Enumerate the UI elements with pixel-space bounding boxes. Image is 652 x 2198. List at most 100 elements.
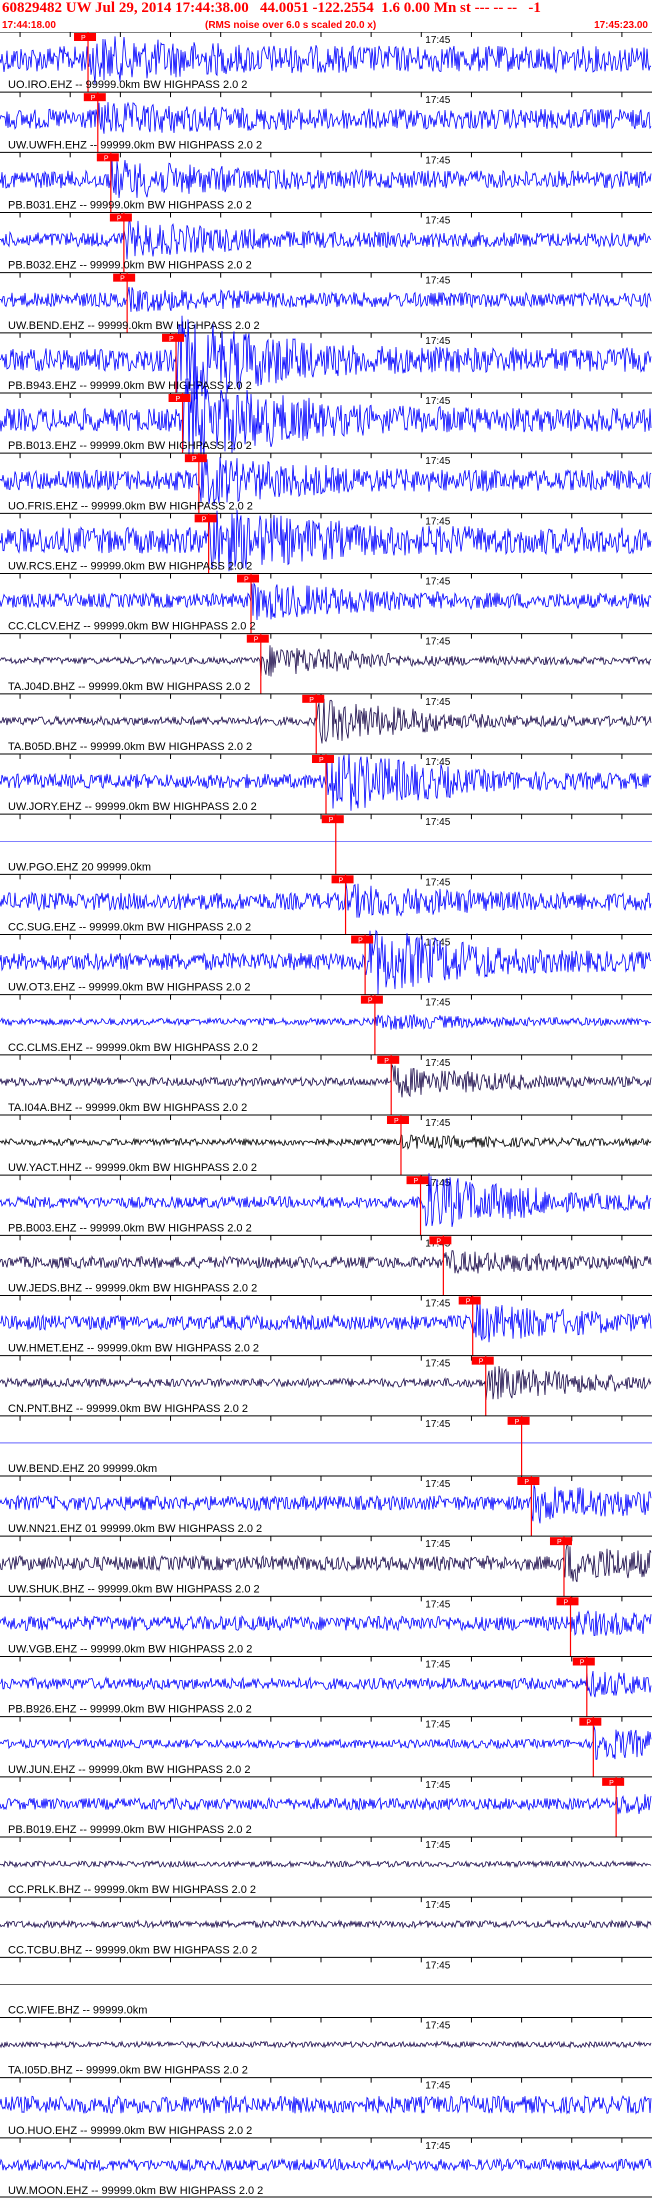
station-label: UW.SHUK.BHZ -- 99999.0km BW HIGHPASS 2.0… — [8, 1583, 260, 1595]
pick-marker-label: P — [394, 1118, 399, 1125]
pick-marker-label: P — [609, 1780, 614, 1787]
waveform-trace — [0, 1670, 652, 1698]
station-label: CC.PRLK.BHZ -- 99999.0km BW HIGHPASS 2.0… — [8, 1884, 256, 1896]
waveform-trace — [0, 1064, 652, 1098]
waveform-trace — [0, 1609, 652, 1636]
station-label: UW.MOON.EHZ -- 99999.0km BW HIGHPASS 2.0… — [8, 2185, 263, 2197]
station-label: UW.HMET.EHZ -- 99999.0km BW HIGHPASS 2.0… — [8, 1343, 259, 1355]
time-tick-label: 17:45 — [425, 938, 450, 949]
time-tick-label: 17:45 — [425, 155, 450, 166]
station-label: TA.I05D.BHZ -- 99999.0km BW HIGHPASS 2.0… — [8, 2065, 248, 2077]
seismogram-chart: 17:45 P UO.IRO.EHZ -- 99999.0km BW HIGHPAS… — [0, 32, 652, 2198]
time-tick-label: 17:45 — [425, 1780, 450, 1791]
waveform-trace — [0, 698, 652, 744]
time-tick-label: 17:45 — [425, 2141, 450, 2152]
pick-marker-label: P — [309, 697, 314, 704]
waveform-trace — [0, 1365, 652, 1400]
pick-marker-label: P — [436, 1238, 441, 1245]
time-tick-label: 17:45 — [425, 1299, 450, 1310]
waveform-trace — [0, 219, 652, 260]
time-tick-label: 17:45 — [425, 1900, 450, 1911]
pick-marker-label: P — [244, 577, 249, 584]
time-tick-label: 17:45 — [425, 877, 450, 888]
pick-marker-label: P — [104, 155, 109, 162]
station-label: UW.NN21.EHZ 01 99999.0km BW HIGHPASS 2.0… — [8, 1523, 262, 1535]
station-label: PB.B032.EHZ -- 99999.0km BW HIGHPASS 2.0… — [8, 260, 252, 272]
station-label: CC.TCBU.BHZ -- 99999.0km BW HIGHPASS 2.0… — [8, 1944, 257, 1956]
waveform-trace — [0, 158, 652, 198]
pick-marker-label: P — [329, 817, 334, 824]
pick-marker-label: P — [120, 276, 125, 283]
waveform-trace — [0, 1794, 652, 1815]
time-tick-label: 17:45 — [425, 2081, 450, 2092]
station-label: CN.PNT.BHZ -- 99999.0km BW HIGHPASS 2.0 … — [8, 1403, 248, 1415]
pick-marker-label: P — [91, 95, 96, 102]
time-tick-label: 17:45 — [425, 1359, 450, 1370]
time-tick-label: 17:45 — [425, 998, 450, 1009]
pick-marker-label: P — [414, 1178, 419, 1185]
time-tick-label: 17:45 — [425, 757, 450, 768]
pick-marker-label: P — [254, 637, 259, 644]
time-tick-label: 17:45 — [425, 637, 450, 648]
scaling-note: (RMS noise over 6.0 s scaled 20.0 x) — [205, 20, 377, 31]
time-tick-label: 17:45 — [425, 216, 450, 227]
waveform-trace — [0, 883, 652, 918]
waveform-trace — [0, 645, 652, 677]
station-label: UW.BEND.EHZ -- 99999.0km BW HIGHPASS 2.0… — [8, 320, 260, 332]
pick-marker-label: P — [564, 1599, 569, 1606]
waveform-trace — [0, 1543, 652, 1583]
time-tick-label: 17:45 — [425, 35, 450, 46]
pick-marker-label: P — [192, 456, 197, 463]
station-label: UW.VGB.EHZ -- 99999.0km BW HIGHPASS 2.0 … — [8, 1644, 252, 1656]
time-tick-label: 17:45 — [425, 697, 450, 708]
time-tick-label: 17:45 — [425, 1660, 450, 1671]
station-label: UW.JUN.EHZ -- 99999.0km BW HIGHPASS 2.0 … — [8, 1764, 250, 1776]
pick-marker-label: P — [515, 1419, 520, 1426]
station-label: UW.JEDS.BHZ -- 99999.0km BW HIGHPASS 2.0… — [8, 1283, 257, 1295]
station-label: TA.I04A.BHZ -- 99999.0km BW HIGHPASS 2.0… — [8, 1102, 247, 1114]
station-label: CC.SUG.EHZ -- 99999.0km BW HIGHPASS 2.0 … — [8, 922, 251, 934]
pick-marker-label: P — [169, 336, 174, 343]
waveform-trace — [0, 286, 652, 312]
time-tick-label: 17:45 — [425, 276, 450, 287]
time-tick-label: 17:45 — [425, 1479, 450, 1490]
pick-marker-label: P — [384, 1058, 389, 1065]
station-label: CC.WIFE.BHZ -- 99999.0km — [8, 2005, 147, 2017]
pick-marker-label: P — [358, 938, 363, 945]
time-tick-label: 17:45 — [425, 456, 450, 467]
station-label: UW.OT3.EHZ -- 99999.0km BW HIGHPASS 2.0 … — [8, 982, 250, 994]
station-label: UO.FRIS.EHZ -- 99999.0km BW HIGHPASS 2.0… — [8, 500, 253, 512]
time-tick-label: 17:45 — [425, 516, 450, 527]
end-time: 17:45:23.00 — [594, 20, 648, 31]
station-label: TA.B05D.BHZ -- 99999.0km BW HIGHPASS 2.0… — [8, 741, 252, 753]
station-label: UW.RCS.EHZ -- 99999.0km BW HIGHPASS 2.0 … — [8, 561, 252, 573]
waveform-trace — [0, 1014, 652, 1030]
time-tick-label: 17:45 — [425, 1960, 450, 1971]
station-label: PB.B943.EHZ -- 99999.0km BW HIGHPASS 2.0… — [8, 380, 252, 392]
station-label: TA.J04D.BHZ -- 99999.0km BW HIGHPASS 2.0… — [8, 681, 250, 693]
waveform-trace — [0, 1173, 652, 1227]
event-title: 60829482 UW Jul 29, 2014 17:44:38.00 44.… — [2, 0, 541, 16]
waveform-trace — [0, 1485, 652, 1524]
station-label: PB.B926.EHZ -- 99999.0km BW HIGHPASS 2.0… — [8, 1704, 252, 1716]
plot-header: 60829482 UW Jul 29, 2014 17:44:38.00 44.… — [0, 0, 652, 32]
time-tick-label: 17:45 — [425, 336, 450, 347]
station-label: CC.CLCV.EHZ -- 99999.0km BW HIGHPASS 2.0… — [8, 621, 256, 633]
waveform-trace — [0, 1133, 652, 1150]
waveform-trace — [0, 2157, 652, 2172]
pick-marker-label: P — [479, 1359, 484, 1366]
pick-marker-label: P — [586, 1720, 591, 1727]
pick-marker-label: P — [466, 1299, 471, 1306]
pick-marker-label: P — [557, 1539, 562, 1546]
pick-marker-label: P — [580, 1660, 585, 1667]
station-label: UW.YACT.HHZ -- 99999.0km BW HIGHPASS 2.0… — [8, 1162, 257, 1174]
pick-marker-label: P — [117, 216, 122, 223]
station-label: PB.B031.EHZ -- 99999.0km BW HIGHPASS 2.0… — [8, 200, 252, 212]
station-label: UW.PGO.EHZ 20 99999.0km — [8, 861, 151, 873]
pick-marker-label: P — [202, 516, 207, 523]
pick-marker-label: P — [339, 877, 344, 884]
station-label: CC.CLMS.EHZ -- 99999.0km BW HIGHPASS 2.0… — [8, 1042, 258, 1054]
station-label: PB.B013.EHZ -- 99999.0km BW HIGHPASS 2.0… — [8, 440, 252, 452]
waveform-trace — [0, 582, 652, 621]
time-tick-label: 17:45 — [425, 1539, 450, 1550]
